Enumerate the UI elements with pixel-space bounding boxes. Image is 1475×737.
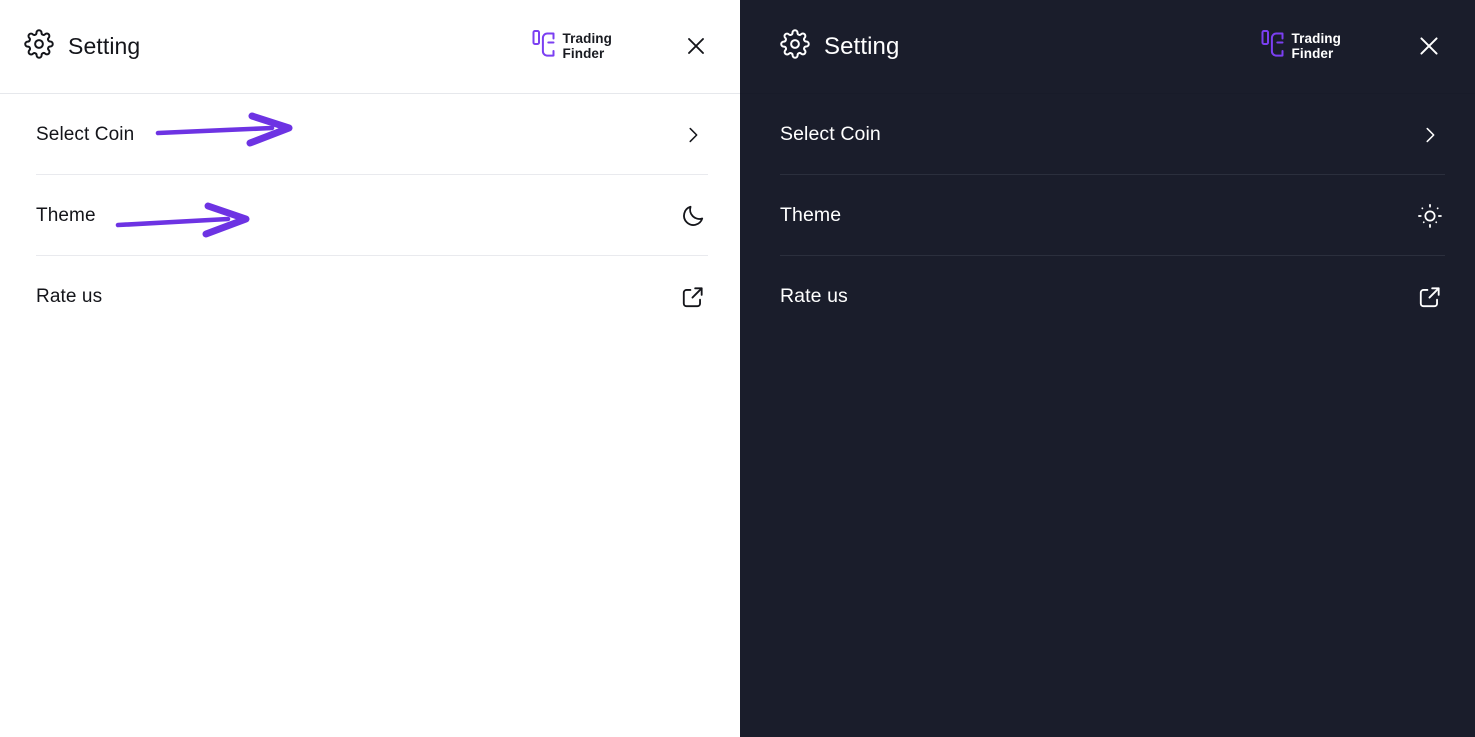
trading-finder-logo-icon	[532, 29, 558, 66]
close-button[interactable]	[1403, 21, 1455, 73]
settings-row-select-coin[interactable]: Select Coin	[740, 94, 1475, 175]
brand-line-1: Trading	[562, 31, 612, 47]
chevron-right-icon[interactable]	[1413, 118, 1447, 152]
brand-logo: Trading Finder	[532, 29, 612, 66]
page-title: Setting	[68, 33, 141, 59]
settings-row-rate-us[interactable]: Rate us	[0, 256, 740, 337]
external-link-icon[interactable]	[1413, 280, 1447, 314]
brand-text: Trading Finder	[1292, 32, 1341, 61]
settings-row-theme[interactable]: Theme	[0, 175, 740, 256]
settings-list-light: Select Coin Theme Rate us	[0, 94, 740, 337]
header-title-group: Setting	[780, 29, 899, 64]
settings-row-rate-us[interactable]: Rate us	[740, 256, 1475, 337]
settings-row-label: Theme	[780, 204, 842, 226]
close-button[interactable]	[670, 21, 722, 73]
settings-row-label: Select Coin	[36, 123, 135, 145]
settings-list-dark: Select Coin Theme Rate us	[740, 94, 1475, 337]
panel-header-dark: Setting Trading Finder	[740, 0, 1475, 94]
sun-icon[interactable]	[1413, 199, 1447, 233]
settings-panel-light: Setting Trading Finder Select Coin Theme…	[0, 0, 740, 737]
settings-row-theme[interactable]: Theme	[740, 175, 1475, 256]
settings-row-label: Rate us	[780, 285, 848, 307]
brand-logo: Trading Finder	[1261, 29, 1341, 66]
close-icon	[1416, 33, 1442, 62]
trading-finder-logo-icon	[1261, 29, 1287, 66]
brand-text: Trading Finder	[563, 32, 612, 61]
settings-row-label: Theme	[36, 204, 96, 226]
external-link-icon[interactable]	[676, 280, 710, 314]
settings-row-label: Rate us	[36, 285, 103, 307]
brand-line-2: Finder	[1291, 46, 1334, 61]
moon-icon[interactable]	[676, 199, 710, 233]
chevron-right-icon[interactable]	[676, 118, 710, 152]
settings-panel-dark: Setting Trading Finder Select Coin Theme…	[740, 0, 1475, 737]
header-right-group: Trading Finder	[1261, 0, 1455, 94]
gear-icon	[24, 29, 54, 64]
page-title: Setting	[824, 32, 900, 60]
settings-row-select-coin[interactable]: Select Coin	[0, 94, 740, 175]
brand-line-2: Finder	[562, 46, 605, 61]
header-title-group: Setting	[24, 29, 140, 64]
header-right-group: Trading Finder	[532, 0, 722, 94]
screenshot-stage: Setting Trading Finder Select Coin Theme…	[0, 0, 1475, 737]
close-icon	[684, 34, 708, 61]
gear-icon	[780, 29, 810, 64]
settings-row-label: Select Coin	[780, 123, 881, 145]
panel-header-light: Setting Trading Finder	[0, 0, 740, 94]
brand-line-1: Trading	[1291, 31, 1341, 47]
